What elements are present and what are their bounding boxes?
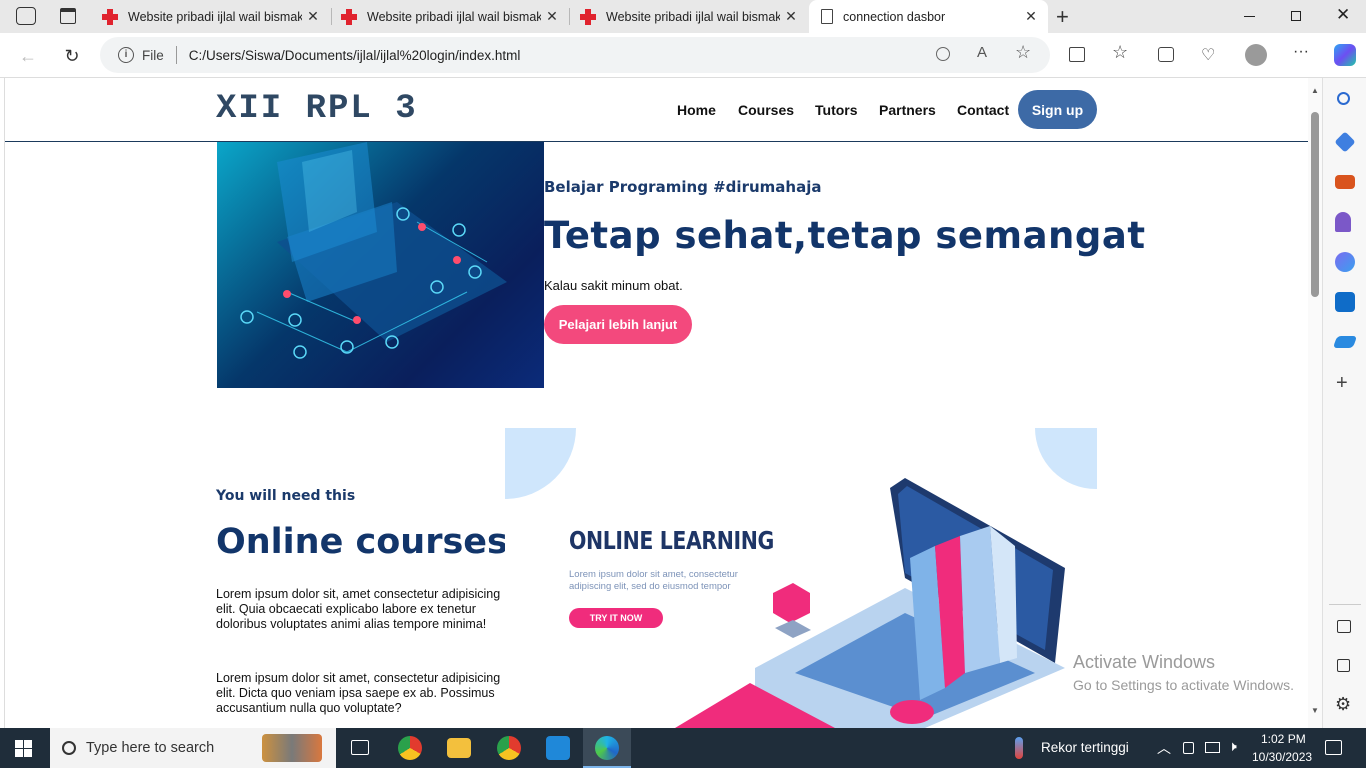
workspaces-icon[interactable]	[16, 7, 36, 25]
show-hidden-icons[interactable]: ︿	[1157, 738, 1171, 758]
network-icon[interactable]	[1205, 742, 1220, 753]
clock-time[interactable]: 1:02 PM	[1261, 732, 1306, 746]
split-screen-icon[interactable]	[1069, 47, 1085, 62]
zoom-out-icon[interactable]	[936, 47, 950, 61]
hero-title: Tetap sehat,tetap semangat	[544, 214, 1146, 257]
taskbar-search-box[interactable]: Type here to search	[50, 728, 336, 768]
scroll-thumb[interactable]	[1311, 112, 1319, 297]
scheme-label: File	[142, 47, 164, 63]
more-menu-icon[interactable]: ···	[1293, 43, 1309, 61]
red-cross-icon	[102, 8, 118, 25]
url-text[interactable]: C:/Users/Siswa/Documents/ijlal/ijlal%20l…	[189, 48, 521, 63]
learn-more-button[interactable]: Pelajari lebih lanjut	[544, 305, 692, 344]
minimize-icon[interactable]	[1244, 16, 1255, 17]
red-cross-icon	[580, 8, 596, 25]
laptop-circuit-graphic	[240, 142, 507, 359]
online-learning-illustration: ONLINE LEARNING Lorem ipsum dolor sit am…	[505, 428, 1097, 728]
site-header: XII RPL 3 Home Courses Tutors Partners C…	[5, 78, 1308, 142]
windows-taskbar: Type here to search Rekor tertinggi ︿ 🕨 …	[0, 728, 1366, 768]
refresh-icon[interactable]: ↻	[57, 41, 87, 71]
tab-3[interactable]: Website pribadi ijlal wail bismaka ✕	[570, 0, 808, 33]
profile-avatar[interactable]	[1245, 44, 1267, 66]
activate-windows-title: Activate Windows	[1073, 652, 1216, 672]
windows-start-icon[interactable]	[15, 740, 32, 757]
tab-actions-icon[interactable]	[60, 8, 76, 24]
new-tab-button[interactable]: +	[1056, 4, 1069, 30]
restore-icon[interactable]	[1291, 11, 1301, 21]
tab-2[interactable]: Website pribadi ijlal wail bismaka ✕	[331, 0, 569, 33]
page-viewport: XII RPL 3 Home Courses Tutors Partners C…	[4, 78, 1308, 728]
open-external-icon[interactable]	[1337, 659, 1350, 672]
device-icon[interactable]	[1183, 742, 1194, 754]
hero-subtitle: Belajar Programing #dirumahaja	[544, 178, 822, 196]
nav-courses[interactable]: Courses	[738, 102, 794, 118]
drop-icon[interactable]	[1332, 336, 1358, 348]
close-tab-icon[interactable]: ✕	[541, 8, 563, 25]
signup-button[interactable]: Sign up	[1018, 90, 1097, 129]
sidebar-layout-icon[interactable]	[1337, 620, 1351, 633]
edge-sidebar: + ⚙	[1322, 78, 1366, 728]
notifications-icon[interactable]	[1325, 740, 1342, 755]
close-tab-icon[interactable]: ✕	[302, 8, 324, 25]
back-arrow-icon[interactable]: ←	[13, 41, 43, 71]
hero-text: Kalau sakit minum obat.	[544, 278, 683, 293]
close-window-icon[interactable]: ✕	[1336, 5, 1350, 25]
tools-briefcase-icon[interactable]	[1335, 175, 1355, 189]
clock-date[interactable]: 10/30/2023	[1252, 750, 1312, 764]
search-icon	[62, 741, 76, 755]
favorites-icon[interactable]: ☆	[1112, 42, 1128, 63]
settings-gear-icon[interactable]: ⚙	[1335, 694, 1351, 715]
tab-title: Website pribadi ijlal wail bismaka	[367, 9, 541, 24]
tab-title: Website pribadi ijlal wail bismaka	[128, 9, 302, 24]
site-logo[interactable]: XII RPL 3	[216, 90, 418, 128]
file-explorer-icon[interactable]	[447, 738, 471, 758]
shopping-tag-icon[interactable]	[1334, 131, 1356, 153]
close-tab-icon[interactable]: ✕	[780, 8, 802, 25]
thermometer-icon	[1015, 737, 1023, 759]
nav-tutors[interactable]: Tutors	[815, 102, 858, 118]
microsoft365-icon[interactable]	[1335, 252, 1355, 272]
outlook-icon[interactable]	[1335, 292, 1355, 312]
favorite-star-icon[interactable]: ☆	[1015, 42, 1031, 63]
page-scrollbar[interactable]: ▲ ▼	[1308, 78, 1322, 728]
task-view-icon[interactable]	[351, 740, 369, 755]
tools-icon	[262, 734, 322, 762]
info-icon[interactable]: i	[118, 47, 134, 63]
chrome-icon[interactable]	[497, 736, 521, 760]
games-icon[interactable]	[1335, 212, 1351, 232]
red-cross-icon	[341, 8, 357, 25]
edge-icon	[595, 736, 619, 760]
courses-title: Online courses	[216, 522, 508, 562]
nav-partners[interactable]: Partners	[879, 102, 936, 118]
tab-title: Website pribadi ijlal wail bismaka	[606, 9, 780, 24]
courses-paragraph-1: Lorem ipsum dolor sit, amet consectetur …	[216, 587, 501, 631]
document-icon	[821, 9, 833, 24]
close-tab-icon[interactable]: ✕	[1020, 8, 1042, 25]
tab-title: connection dasbor	[843, 9, 946, 24]
browser-essentials-icon[interactable]: ♡	[1201, 45, 1215, 65]
courses-paragraph-2: Lorem ipsum dolor sit amet, consectetur …	[216, 671, 501, 715]
address-input[interactable]: i File C:/Users/Siswa/Documents/ijlal/ij…	[100, 37, 1050, 73]
activate-windows-text: Go to Settings to activate Windows.	[1073, 677, 1294, 693]
search-placeholder: Type here to search	[86, 740, 215, 756]
tab-4-active[interactable]: connection dasbor ✕	[809, 0, 1048, 33]
courses-subtitle: You will need this	[216, 488, 356, 504]
collections-icon[interactable]	[1158, 47, 1174, 62]
browser-tab-strip: Website pribadi ijlal wail bismaka ✕ Web…	[0, 0, 1366, 33]
chrome-icon[interactable]	[398, 736, 422, 760]
copilot-icon[interactable]	[1334, 44, 1356, 66]
hero-laptop-illustration	[217, 142, 544, 388]
volume-muted-icon[interactable]: 🕨	[1228, 738, 1237, 755]
search-icon[interactable]	[1337, 92, 1350, 105]
read-aloud-icon[interactable]: A	[977, 44, 987, 61]
nav-home[interactable]: Home	[677, 102, 716, 118]
edge-active-tile[interactable]	[583, 728, 631, 768]
laptop-books-graphic	[675, 478, 1065, 728]
vscode-icon[interactable]	[546, 736, 570, 760]
address-bar-row: ← ↻ i File C:/Users/Siswa/Documents/ijla…	[0, 33, 1366, 78]
nav-contact[interactable]: Contact	[957, 102, 1009, 118]
tab-1[interactable]: Website pribadi ijlal wail bismaka ✕	[92, 0, 330, 33]
add-icon[interactable]: +	[1336, 372, 1348, 395]
weather-text[interactable]: Rekor tertinggi	[1041, 740, 1129, 755]
